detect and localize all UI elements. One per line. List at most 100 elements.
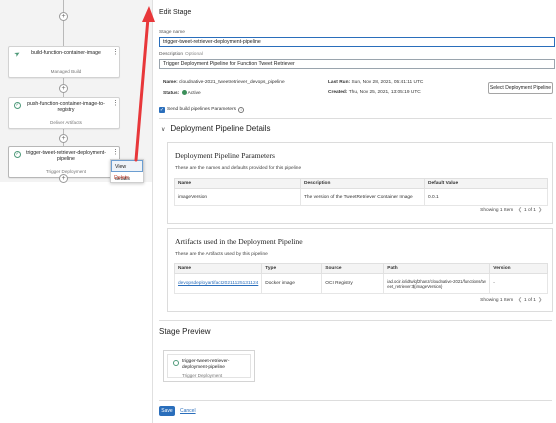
save-button[interactable]: Save	[159, 406, 175, 416]
add-stage-icon[interactable]: +	[59, 12, 68, 21]
artifacts-pager: Showing 1 Item ❮ 1 of 1 ❯	[480, 298, 544, 303]
stage-name-label: Stage name	[159, 30, 185, 35]
status-value: Active	[187, 91, 201, 96]
preview-inner: trigger-tweet-retriever-deployment-pipel…	[167, 354, 251, 378]
send-params-label: Send build pipelines Parameters	[167, 107, 237, 112]
divider	[159, 400, 552, 401]
description-label: Description Optional	[159, 52, 203, 57]
delete-menu-item[interactable]: Delete	[111, 172, 143, 184]
check-circle-icon: ✓	[14, 102, 21, 109]
panel-title: Edit Stage	[159, 9, 192, 16]
send-params-row: ✓ Send build pipelines Parameters i	[159, 107, 245, 113]
last-run-info: Last Run: Sun, Nov 28, 2021, 05:41:11 UT…	[328, 80, 423, 85]
stage-context-menu: View details Delete	[110, 159, 144, 183]
stage-preview-title: Stage Preview	[159, 327, 211, 336]
artifact-type-cell: Docker image	[261, 273, 323, 294]
add-stage-icon[interactable]: +	[59, 174, 68, 183]
artifact-path-cell: iad.ocir.io/idtwlqf2hanz/cloudnative-202…	[383, 273, 491, 294]
chevron-down-icon: ∨	[161, 127, 166, 133]
add-stage-icon[interactable]: +	[59, 134, 68, 143]
stage-card-deliver[interactable]: ✓ push-function-container-image-to-regis…	[8, 97, 120, 129]
stage-preview-card: trigger-tweet-retriever-deployment-pipel…	[163, 350, 255, 382]
column-header: Description	[300, 178, 425, 189]
table-header-row: Name Description Default Value	[174, 178, 548, 189]
stage-type: Deliver Artifacts	[50, 120, 82, 125]
preview-stage-name: trigger-tweet-retriever-deployment-pipel…	[182, 359, 230, 370]
send-arrow-icon: ➤	[13, 50, 22, 59]
kebab-menu-icon[interactable]: ⋮	[112, 49, 119, 56]
deployment-pipeline-details-header[interactable]: ∨ Deployment Pipeline Details	[161, 124, 270, 133]
column-header: Name	[173, 263, 263, 274]
pager-page: 1 of 1	[523, 208, 536, 213]
created-info: Created: Thu, Nov 25, 2021, 13:05:19 UTC	[328, 90, 421, 95]
next-page-icon[interactable]: ❯	[538, 208, 542, 213]
divider	[159, 320, 552, 321]
table-row: imageVersion The version of the TweetRet…	[174, 188, 548, 206]
prev-page-icon[interactable]: ❮	[518, 298, 522, 303]
stage-type: Managed Build	[50, 69, 82, 74]
column-header: Name	[174, 178, 301, 189]
param-desc-cell: The version of the TweetRetriever Contai…	[300, 188, 425, 206]
last-run-key: Last Run:	[328, 80, 351, 85]
column-header: Path	[383, 263, 491, 274]
cancel-link[interactable]: Cancel	[180, 406, 196, 416]
status-key: Status:	[163, 91, 180, 96]
stage-name: push-function-container-image-to-registr…	[27, 101, 105, 113]
preview-stage-type: Trigger Deployment	[182, 373, 223, 378]
artifacts-title: Artifacts used in the Deployment Pipelin…	[175, 237, 303, 246]
description-input[interactable]: Trigger Deployment Pipeline for Function…	[159, 59, 555, 69]
artifacts-card: Artifacts used in the Deployment Pipelin…	[167, 228, 553, 312]
kebab-menu-icon[interactable]: ⋮	[112, 100, 119, 107]
edit-stage-panel: Edit Stage Stage name trigger-tweet-retr…	[152, 0, 556, 423]
next-page-icon[interactable]: ❯	[538, 298, 542, 303]
param-default-cell: 0.0.1	[424, 188, 548, 206]
description-label-text: Description	[159, 52, 183, 57]
pager-page: 1 of 1	[523, 298, 536, 303]
pager-count: Showing 1 Item	[480, 298, 514, 303]
stage-card-build[interactable]: ➤ build-function-container-image Managed…	[8, 46, 120, 78]
kebab-menu-icon[interactable]: ⋮	[112, 149, 119, 156]
prev-page-icon[interactable]: ❮	[518, 208, 522, 213]
stage-name-input[interactable]: trigger-tweet-retriever-deployment-pipel…	[159, 37, 555, 47]
artifacts-desc: These are the Artifacts used by this pip…	[175, 252, 268, 257]
stage-name: build-function-container-image	[31, 50, 101, 56]
add-stage-icon[interactable]: +	[59, 84, 68, 93]
details-header-text: Deployment Pipeline Details	[170, 124, 271, 133]
parameters-table: Name Description Default Value imageVers…	[174, 178, 548, 206]
artifacts-table: Name Type Source Path Version devopsdepl…	[173, 263, 548, 294]
artifact-version-cell: -	[489, 273, 548, 294]
check-circle-icon	[173, 360, 179, 366]
table-row: devopsdeployartifact20211125131124 Docke…	[173, 273, 548, 294]
pipeline-name-info: Name: cloudnative-2021_tweetretriever_de…	[163, 80, 285, 85]
last-run-value: Sun, Nov 28, 2021, 05:41:11 UTC	[351, 80, 424, 85]
status-active-icon	[181, 90, 187, 95]
parameters-desc: These are the names and defaults provide…	[175, 166, 302, 171]
created-key: Created:	[328, 90, 348, 95]
artifact-source-cell: OCI Registry	[321, 273, 385, 294]
name-key: Name:	[163, 80, 178, 85]
send-params-checkbox[interactable]: ✓	[159, 107, 165, 113]
view-details-menu-item[interactable]: View details	[111, 160, 143, 182]
divider	[159, 118, 552, 119]
pipeline-parameters-card: Deployment Pipeline Parameters These are…	[167, 142, 553, 224]
select-deployment-pipeline-button[interactable]: Select Deployment Pipeline	[488, 82, 553, 94]
parameters-title: Deployment Pipeline Parameters	[175, 151, 275, 160]
created-value: Thu, Nov 25, 2021, 13:05:19 UTC	[348, 90, 421, 95]
check-circle-icon: ✓	[14, 151, 21, 158]
stage-name: trigger-tweet-retriever-deployment-pipel…	[26, 150, 106, 162]
artifact-name-link[interactable]: devopsdeployartifact20211125131124	[173, 273, 263, 294]
name-value: cloudnative-2021_tweetretriever_devops_p…	[179, 80, 285, 85]
stage-type: Trigger Deployment	[45, 169, 87, 174]
info-icon[interactable]: i	[238, 107, 245, 113]
column-header: Source	[321, 263, 385, 274]
column-header: Version	[489, 263, 548, 274]
column-header: Default Value	[424, 178, 548, 189]
parameters-pager: Showing 1 Item ❮ 1 of 1 ❯	[480, 208, 544, 213]
pipeline-canvas: + ➤ build-function-container-image Manag…	[0, 0, 152, 183]
table-header-row: Name Type Source Path Version	[173, 263, 548, 274]
optional-tag: Optional	[185, 52, 203, 57]
pager-count: Showing 1 Item	[480, 208, 514, 213]
column-header: Type	[261, 263, 323, 274]
param-name-cell: imageVersion	[174, 188, 301, 206]
pipeline-status-info: Status: Active	[163, 90, 201, 96]
